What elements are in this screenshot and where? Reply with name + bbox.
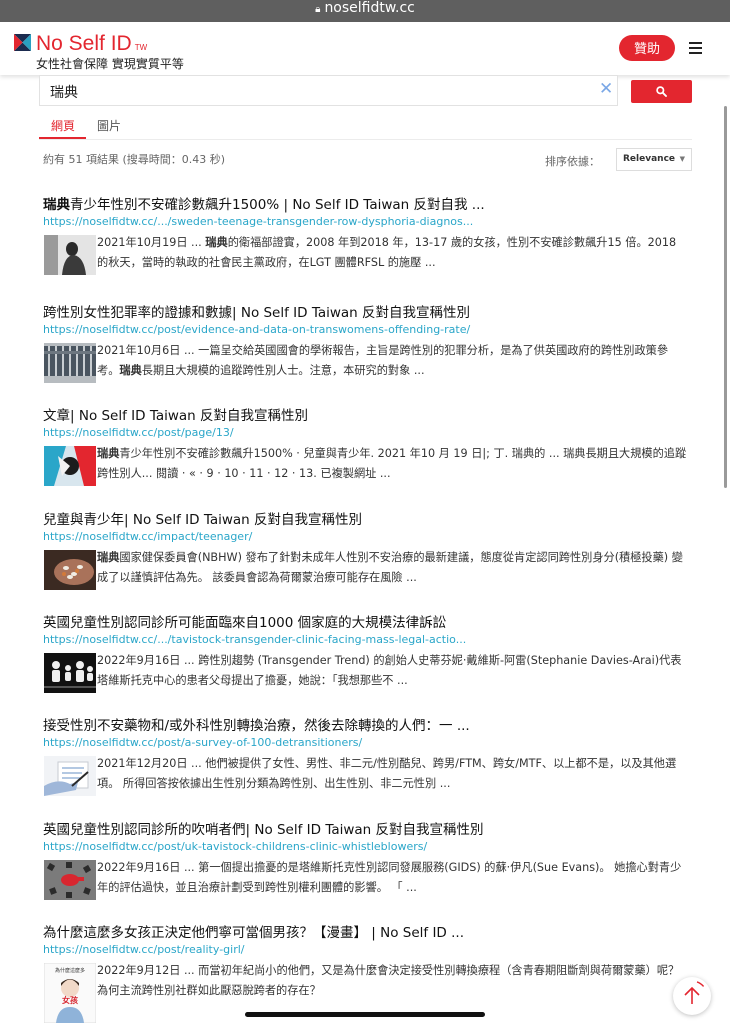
- result-snippet: 瑞典青少年性別不安確診數飆升1500% · 兒童與青少年. 2021 年10 月…: [97, 447, 687, 480]
- tab-images[interactable]: 圖片: [97, 117, 121, 134]
- svg-text:為什麼這麼多: 為什麼這麼多: [55, 967, 85, 974]
- result-url[interactable]: https://noselfidtw.cc/post/evidence-and-…: [43, 323, 470, 336]
- dropdown-arrow-icon: ▼: [679, 155, 685, 163]
- result-thumbnail[interactable]: [44, 550, 96, 590]
- result-title[interactable]: 英國兒童性別認同診所可能面臨來自1000 個家庭的大規模法律訴訟: [43, 611, 693, 631]
- result-url[interactable]: https://noselfidtw.cc/post/page/13/: [43, 426, 234, 439]
- lock-icon: 🔒︎: [315, 4, 321, 15]
- result-snippet: 2022年9月12日 ... 而當初年紀尚小的他們，又是為什麼會決定接受性別轉換…: [97, 964, 680, 997]
- result-title[interactable]: 英國兒童性別認同診所的吹哨者們| No Self ID Taiwan 反對自我宣…: [43, 818, 693, 838]
- divider: [39, 139, 692, 140]
- tab-web[interactable]: 網頁: [51, 117, 75, 134]
- result-snippet: 2022年9月16日 ... 跨性別趨勢 (Transgender Trend)…: [97, 654, 682, 687]
- search-input[interactable]: [48, 81, 592, 103]
- result-thumbnail[interactable]: [44, 446, 96, 486]
- site-header: No Self ID TW 女性社會保障 實現實質平等 贊助: [0, 22, 730, 75]
- scrollbar[interactable]: [724, 106, 727, 488]
- home-indicator[interactable]: [245, 1012, 485, 1017]
- result-snippet: 2021年10月6日 ... 一篇呈交給英國國會的學術報告，主旨是跨性別的犯罪分…: [97, 344, 669, 377]
- result-thumbnail[interactable]: [44, 860, 96, 900]
- search-box: ✕: [39, 75, 618, 106]
- back-to-top-button[interactable]: [673, 977, 711, 1015]
- result-snippet: 2021年12月20日 ... 他們被提供了女性、男性、非二元/性別酷兒、跨男/…: [97, 757, 677, 790]
- result-thumbnail[interactable]: [44, 343, 96, 383]
- result-snippet: 瑞典國家健保委員會(NBHW) 發布了針對未成年人性別不安治療的最新建議，態度從…: [97, 551, 683, 584]
- result-title[interactable]: 文章| No Self ID Taiwan 反對自我宣稱性別: [43, 404, 693, 424]
- result-url[interactable]: https://noselfidtw.cc/.../tavistock-tran…: [43, 633, 466, 646]
- browser-url-bar[interactable]: 🔒︎ noselfidtw.cc: [0, 0, 730, 22]
- result-title[interactable]: 瑞典青少年性別不安確診數飆升1500% | No Self ID Taiwan …: [43, 193, 693, 213]
- url-text: noselfidtw.cc: [324, 0, 415, 16]
- result-title[interactable]: 為什麼這麼多女孩正決定他們寧可當個男孩？【漫畫】 | No Self ID ..…: [43, 921, 693, 941]
- arrow-up-icon: [676, 980, 708, 1012]
- result-snippet: 2022年9月16日 ... 第一個提出擔憂的是塔維斯托克性別認同發展服務(GI…: [97, 861, 682, 894]
- result-url[interactable]: https://noselfidtw.cc/post/reality-girl/: [43, 943, 244, 956]
- result-url[interactable]: https://noselfidtw.cc/post/a-survey-of-1…: [43, 736, 362, 749]
- result-url[interactable]: https://noselfidtw.cc/post/uk-tavistock-…: [43, 840, 427, 853]
- search-button[interactable]: [631, 80, 692, 103]
- search-icon: [656, 86, 667, 97]
- result-thumbnail[interactable]: 為什麼這麼多 女孩: [44, 963, 96, 1023]
- logo-mark-icon: [14, 34, 31, 51]
- result-url[interactable]: https://noselfidtw.cc/.../sweden-teenage…: [43, 215, 473, 228]
- result-thumbnail[interactable]: [44, 235, 96, 275]
- site-title: No Self ID TW: [36, 32, 148, 55]
- result-title[interactable]: 接受性別不安藥物和/或外科性別轉換治療，然後去除轉換的人們：一 ...: [43, 714, 693, 734]
- sort-label: 排序依據：: [545, 155, 600, 168]
- result-title[interactable]: 兒童與青少年| No Self ID Taiwan 反對自我宣稱性別: [43, 508, 693, 528]
- result-snippet: 2021年10月19日 ... 瑞典的衛福部證實，2008 年到2018 年，1…: [97, 236, 677, 269]
- clear-search-icon[interactable]: ✕: [599, 79, 613, 99]
- donate-button[interactable]: 贊助: [619, 35, 675, 61]
- sort-select[interactable]: Relevance ▼: [616, 148, 692, 171]
- hamburger-menu-icon[interactable]: [689, 42, 702, 54]
- result-thumbnail[interactable]: [44, 653, 96, 693]
- site-subtitle: 女性社會保障 實現實質平等: [36, 57, 184, 71]
- result-title[interactable]: 跨性別女性犯罪率的證據和數據| No Self ID Taiwan 反對自我宣稱…: [43, 301, 693, 321]
- svg-text:女孩: 女孩: [62, 995, 78, 1005]
- result-thumbnail[interactable]: [44, 756, 96, 796]
- result-url[interactable]: https://noselfidtw.cc/impact/teenager/: [43, 530, 252, 543]
- result-count: 約有 51 項結果 (搜尋時間：0.43 秒): [43, 153, 226, 166]
